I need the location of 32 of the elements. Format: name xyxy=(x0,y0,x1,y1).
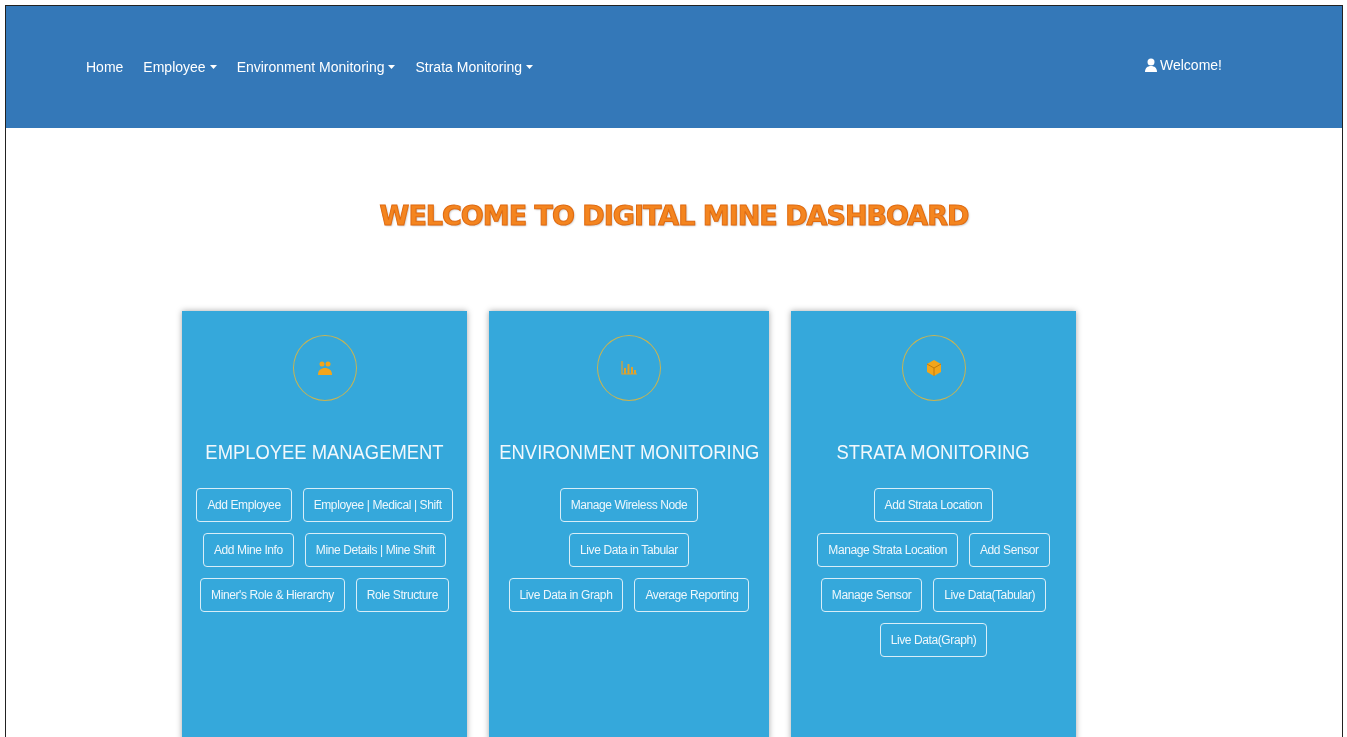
user-icon xyxy=(1145,58,1157,72)
card-button[interactable]: Manage Strata Location xyxy=(817,533,958,567)
card-button[interactable]: Live Data(Graph) xyxy=(879,623,988,657)
nav-link[interactable]: Home xyxy=(79,59,131,75)
dashboard-heading: WELCOME TO DIGITAL MINE DASHBOARD xyxy=(379,200,969,231)
card-button[interactable]: Live Data(Tabular) xyxy=(933,578,1047,612)
card-button[interactable]: Manage Sensor xyxy=(820,578,923,612)
card-button[interactable]: Add Strata Location xyxy=(873,488,994,522)
card-button[interactable]: Add Mine Info xyxy=(203,533,294,567)
caret-icon xyxy=(526,65,534,69)
card-button[interactable]: Live Data in Graph xyxy=(508,578,624,612)
card-button[interactable]: Miner's Role & Hierarchy xyxy=(200,578,345,612)
card-button[interactable]: Live Data in Tabular xyxy=(569,533,689,567)
nav-link[interactable]: Environment Monitoring xyxy=(229,59,403,75)
bar-chart-icon xyxy=(621,361,637,375)
card-button[interactable]: Manage Wireless Node xyxy=(559,488,699,522)
card-title: EMPLOYEE MANAGEMENT xyxy=(205,441,444,464)
nav-link[interactable]: Employee xyxy=(136,59,224,75)
card-button[interactable]: Role Structure xyxy=(355,578,449,612)
card-button[interactable]: Mine Details | Mine Shift xyxy=(304,533,446,567)
card-button[interactable]: Add Sensor xyxy=(968,533,1050,567)
card-button[interactable]: Add Employee xyxy=(196,488,292,522)
nav-link[interactable]: Strata Monitoring xyxy=(408,59,541,75)
cube-icon xyxy=(926,360,941,376)
card-button[interactable]: Employee | Medical | Shift xyxy=(302,488,453,522)
caret-icon xyxy=(388,65,396,69)
card-title: ENVIRONMENT MONITORING xyxy=(499,441,759,464)
people-icon xyxy=(316,360,333,376)
user-link[interactable]: Welcome! xyxy=(1145,57,1222,73)
card-title: STRATA MONITORING xyxy=(836,441,1031,464)
card-button[interactable]: Average Reporting xyxy=(634,578,750,612)
caret-icon xyxy=(209,65,217,69)
